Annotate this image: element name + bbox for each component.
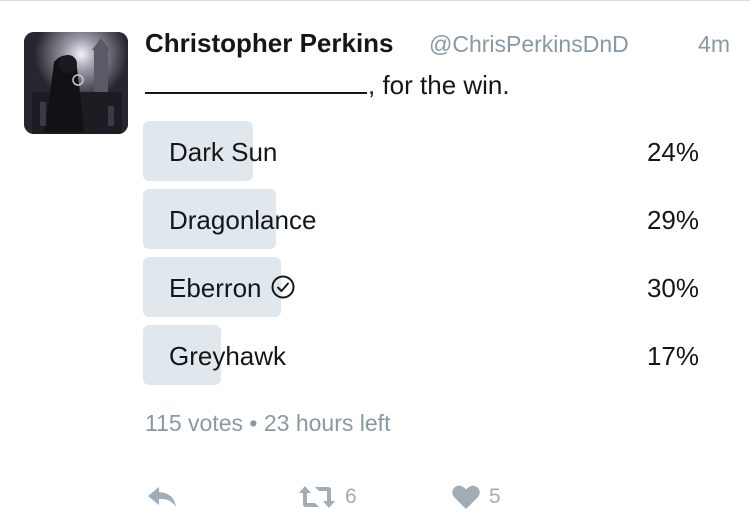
like-button[interactable]: 5 [451, 480, 501, 514]
poll-option[interactable]: Greyhawk 17% [143, 325, 723, 385]
heart-icon [452, 485, 480, 509]
tweet-actions: 6 5 [145, 480, 565, 514]
fill-in-blank [145, 68, 367, 94]
poll-vote-count: 115 votes [145, 410, 244, 436]
tweet-header: Christopher Perkins @ChrisPerkinsDnD 4m [145, 28, 730, 64]
poll-option-percent: 17% [646, 341, 699, 371]
avatar[interactable] [24, 32, 128, 134]
top-divider [0, 0, 750, 1]
poll-option[interactable]: Dark Sun 24% [143, 121, 723, 181]
poll-option-label: Dark Sun [169, 137, 278, 167]
poll-option-label: Greyhawk [169, 341, 287, 371]
retweet-button[interactable]: 6 [297, 480, 357, 514]
poll-option-percent: 29% [646, 205, 699, 235]
poll-option-percent: 24% [646, 137, 699, 167]
poll-option-label: Eberron [169, 273, 296, 304]
retweet-count: 6 [345, 485, 357, 508]
tweet-text-content: , for the win. [368, 70, 510, 100]
retweet-icon [299, 486, 335, 508]
author-name[interactable]: Christopher Perkins [145, 28, 394, 59]
avatar-image [24, 32, 128, 134]
poll-time-left: 23 hours left [263, 410, 391, 436]
poll-option[interactable]: Eberron 30% [143, 257, 723, 317]
like-count: 5 [489, 485, 501, 508]
tweet-timestamp[interactable]: 4m [698, 31, 730, 58]
poll-option-label: Dragonlance [169, 205, 317, 235]
reply-icon [148, 487, 176, 507]
poll-meta-separator: • [249, 410, 258, 436]
tweet-text: , for the win. [145, 68, 510, 101]
poll-option-percent: 30% [646, 273, 699, 303]
poll-option-label-text: Eberron [169, 273, 262, 303]
poll-option[interactable]: Dragonlance 29% [143, 189, 723, 249]
author-handle[interactable]: @ChrisPerkinsDnD [429, 31, 629, 58]
check-circle-icon [271, 275, 294, 299]
poll: Dark Sun 24% Dragonlance 29% Eberron 30%… [143, 121, 723, 393]
reply-button[interactable] [145, 480, 179, 514]
poll-meta: 115 votes • 23 hours left [145, 410, 390, 437]
